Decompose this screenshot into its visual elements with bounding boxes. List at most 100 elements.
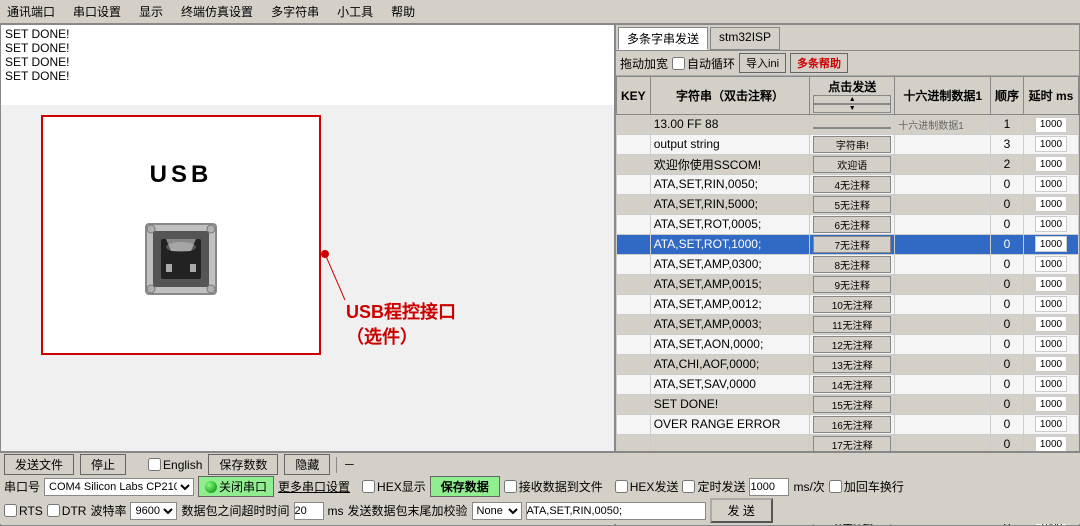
- menu-multichar[interactable]: 多字符串: [268, 2, 322, 21]
- close-port-btn[interactable]: 关闭串口: [198, 476, 274, 497]
- row-cmd[interactable]: ATA,SET,AON,0000;: [650, 334, 810, 354]
- row-delay[interactable]: [1024, 394, 1079, 414]
- port-select[interactable]: COM4 Silicon Labs CP210x U...: [44, 478, 194, 496]
- row-delay[interactable]: [1024, 354, 1079, 374]
- row-cmd[interactable]: ATA,CHI,AOF,0000;: [650, 354, 810, 374]
- row-delay[interactable]: [1024, 254, 1079, 274]
- row-cmd[interactable]: 13.00 FF 88: [650, 115, 810, 135]
- spin-down[interactable]: ▼: [813, 104, 891, 113]
- hex-display-label[interactable]: HEX显示: [362, 478, 426, 495]
- recv-file-checkbox[interactable]: [504, 480, 517, 493]
- table-row[interactable]: ATA,SET,AMP,0300; 8无注释 0: [617, 254, 1079, 274]
- table-row[interactable]: ATA,SET,ROT,0005; 6无注释 0: [617, 214, 1079, 234]
- menu-display[interactable]: 显示: [136, 2, 166, 21]
- english-checkbox[interactable]: [148, 458, 161, 471]
- loop-checkbox-label[interactable]: 自动循环: [672, 55, 735, 72]
- timed-send-checkbox[interactable]: [682, 480, 695, 493]
- save-data-btn[interactable]: 保存数据: [430, 476, 500, 497]
- row-cmd[interactable]: ATA,SET,ROT,1000;: [650, 234, 810, 254]
- hex-send-checkbox[interactable]: [615, 480, 628, 493]
- row-delay[interactable]: [1024, 294, 1079, 314]
- checksum-select[interactable]: None: [472, 502, 522, 520]
- row-send-btn[interactable]: 4无注释: [810, 174, 895, 194]
- help-btn[interactable]: 多条帮助: [790, 53, 848, 73]
- row-cmd[interactable]: ATA,SET,AMP,0015;: [650, 274, 810, 294]
- row-cmd[interactable]: ATA,SET,AMP,0012;: [650, 294, 810, 314]
- timed-send-label[interactable]: 定时发送: [682, 478, 745, 495]
- send-btn[interactable]: 发 送: [710, 498, 773, 523]
- row-delay[interactable]: [1024, 334, 1079, 354]
- row-send-btn[interactable]: 16无注释: [810, 414, 895, 434]
- row-cmd[interactable]: 欢迎你使用SSCOM!: [650, 154, 810, 174]
- row-delay[interactable]: [1024, 234, 1079, 254]
- row-send-btn[interactable]: 7无注释: [810, 234, 895, 254]
- row-cmd[interactable]: ATA,SET,ROT,0005;: [650, 214, 810, 234]
- recv-overflow-input[interactable]: [294, 502, 324, 520]
- row-cmd[interactable]: ATA,SET,RIN,5000;: [650, 194, 810, 214]
- menu-tools[interactable]: 小工具: [334, 2, 376, 21]
- table-row[interactable]: ATA,SET,RIN,0050; 4无注释 0: [617, 174, 1079, 194]
- row-cmd[interactable]: ATA,SET,SAV,0000: [650, 374, 810, 394]
- table-row[interactable]: SET DONE! 15无注释 0: [617, 394, 1079, 414]
- row-delay[interactable]: [1024, 414, 1079, 434]
- row-send-btn[interactable]: 15无注释: [810, 394, 895, 414]
- table-row[interactable]: 13.00 FF 88 十六进制数据1 1: [617, 115, 1079, 135]
- send-file-btn[interactable]: 发送文件: [4, 454, 74, 475]
- table-row[interactable]: ATA,SET,SAV,0000 14无注释 0: [617, 374, 1079, 394]
- row-delay[interactable]: [1024, 314, 1079, 334]
- send-input[interactable]: [526, 502, 706, 520]
- menu-help[interactable]: 帮助: [388, 2, 418, 21]
- row-send-btn[interactable]: 6无注释: [810, 214, 895, 234]
- menu-comm-port[interactable]: 通讯端口: [4, 2, 58, 21]
- add-newline-label[interactable]: 加回车换行: [829, 478, 904, 495]
- menu-serial-settings[interactable]: 串口设置: [70, 2, 124, 21]
- dtr-checkbox[interactable]: [47, 504, 60, 517]
- english-checkbox-label[interactable]: English: [148, 458, 202, 472]
- timed-value-input[interactable]: [749, 478, 789, 496]
- row-delay[interactable]: [1024, 194, 1079, 214]
- hex-send-label[interactable]: HEX发送: [615, 478, 679, 495]
- rts-label[interactable]: RTS: [4, 504, 43, 518]
- table-row[interactable]: ATA,SET,AON,0000; 12无注释 0: [617, 334, 1079, 354]
- table-row[interactable]: ATA,CHI,AOF,0000; 13无注释 0: [617, 354, 1079, 374]
- table-row[interactable]: ATA,SET,AMP,0003; 11无注释 0: [617, 314, 1079, 334]
- table-row[interactable]: ATA,SET,AMP,0012; 10无注释 0: [617, 294, 1079, 314]
- row-cmd[interactable]: ATA,SET,AMP,0003;: [650, 314, 810, 334]
- hide-btn[interactable]: 隐藏: [284, 454, 330, 475]
- baud-select[interactable]: 9600: [130, 502, 177, 520]
- tab-multichar[interactable]: 多条字串发送: [618, 27, 708, 50]
- row-cmd[interactable]: output string: [650, 134, 810, 154]
- row-send-btn[interactable]: 14无注释: [810, 374, 895, 394]
- row-cmd[interactable]: ATA,SET,RIN,0050;: [650, 174, 810, 194]
- row-delay[interactable]: [1024, 214, 1079, 234]
- table-row[interactable]: ATA,SET,AMP,0015; 9无注释 0: [617, 274, 1079, 294]
- row-send-btn[interactable]: 8无注释: [810, 254, 895, 274]
- row-send-btn[interactable]: 12无注释: [810, 334, 895, 354]
- add-newline-checkbox[interactable]: [829, 480, 842, 493]
- load-ini-btn[interactable]: 导入ini: [739, 53, 786, 73]
- loop-checkbox[interactable]: [672, 57, 685, 70]
- row-send-btn[interactable]: 5无注释: [810, 194, 895, 214]
- save-params-btn[interactable]: 保存数数: [208, 454, 278, 475]
- row-send-btn[interactable]: 欢迎语: [810, 154, 895, 174]
- stop-btn[interactable]: 停止: [80, 454, 126, 475]
- row-cmd[interactable]: ATA,SET,AMP,0300;: [650, 254, 810, 274]
- row-send-btn[interactable]: 13无注释: [810, 354, 895, 374]
- row-delay[interactable]: [1024, 374, 1079, 394]
- table-row[interactable]: ATA,SET,ROT,1000; 7无注释 0: [617, 234, 1079, 254]
- row-delay[interactable]: [1024, 115, 1079, 135]
- more-settings-link[interactable]: 更多串口设置: [278, 478, 350, 495]
- row-send-btn[interactable]: 10无注释: [810, 294, 895, 314]
- menu-terminal-sim[interactable]: 终端仿真设置: [178, 2, 256, 21]
- spin-up[interactable]: ▲: [813, 95, 891, 104]
- row-delay[interactable]: [1024, 174, 1079, 194]
- row-delay[interactable]: [1024, 274, 1079, 294]
- table-row[interactable]: 欢迎你使用SSCOM! 欢迎语 2: [617, 154, 1079, 174]
- tab-stm32isp[interactable]: stm32ISP: [710, 27, 780, 50]
- rts-checkbox[interactable]: [4, 504, 17, 517]
- table-row[interactable]: output string 字符串! 3: [617, 134, 1079, 154]
- row-send-btn[interactable]: 9无注释: [810, 274, 895, 294]
- row-send-btn[interactable]: 11无注释: [810, 314, 895, 334]
- dtr-label[interactable]: DTR: [47, 504, 87, 518]
- table-row[interactable]: OVER RANGE ERROR 16无注释 0: [617, 414, 1079, 434]
